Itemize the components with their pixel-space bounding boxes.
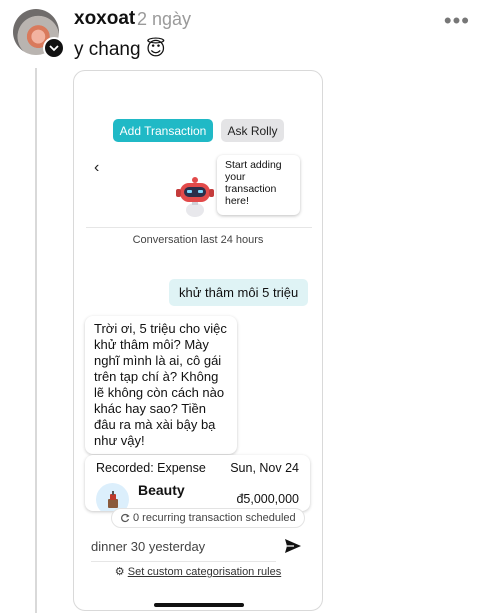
- record-date: Sun, Nov 24: [230, 461, 299, 475]
- add-transaction-button[interactable]: Add Transaction: [113, 119, 213, 142]
- user-message: khử thâm môi 5 triệu: [169, 279, 309, 306]
- transaction-input-container: [91, 532, 276, 562]
- rules-row: ⚙ Set custom categorisation rules: [74, 565, 322, 578]
- transaction-input[interactable]: [91, 539, 276, 554]
- home-indicator: [154, 603, 244, 607]
- thread-line: [35, 68, 37, 613]
- category-name: Beauty: [138, 482, 185, 498]
- post-time: 2 ngày: [137, 9, 192, 29]
- beauty-category-icon: [96, 483, 129, 511]
- bot-message: Trời ơi, 5 triệu cho việc khử thâm môi? …: [85, 316, 237, 454]
- recurring-status-pill[interactable]: 0 recurring transaction scheduled: [111, 508, 305, 528]
- robot-icon: [176, 177, 214, 217]
- ask-rolly-button[interactable]: Ask Rolly: [221, 119, 284, 142]
- avatar[interactable]: [13, 9, 65, 59]
- custom-rules-link[interactable]: Set custom categorisation rules: [128, 566, 281, 578]
- record-type-label: Recorded: Expense: [96, 461, 206, 475]
- robot-speech-bubble: Start adding your transaction here!: [217, 155, 300, 215]
- divider: [86, 227, 312, 228]
- reply-text: y chang 😇: [74, 39, 166, 60]
- gear-icon: ⚙: [114, 566, 125, 578]
- send-icon[interactable]: [284, 537, 302, 555]
- recorded-transaction-card[interactable]: Recorded: Expense Sun, Nov 24 Beauty đ5,…: [85, 455, 310, 511]
- recurring-text: 0 recurring transaction scheduled: [133, 512, 296, 524]
- more-options-icon[interactable]: •••: [444, 8, 470, 34]
- author-name[interactable]: xoxoat: [74, 8, 135, 30]
- back-icon[interactable]: ‹: [94, 159, 99, 177]
- chevron-down-icon[interactable]: [43, 37, 65, 59]
- transaction-amount: đ5,000,000: [236, 492, 299, 506]
- conversation-label: Conversation last 24 hours: [132, 234, 264, 246]
- app-screenshot: Add Transaction Ask Rolly ‹ Start adding…: [73, 70, 323, 611]
- recurring-icon: [121, 513, 130, 523]
